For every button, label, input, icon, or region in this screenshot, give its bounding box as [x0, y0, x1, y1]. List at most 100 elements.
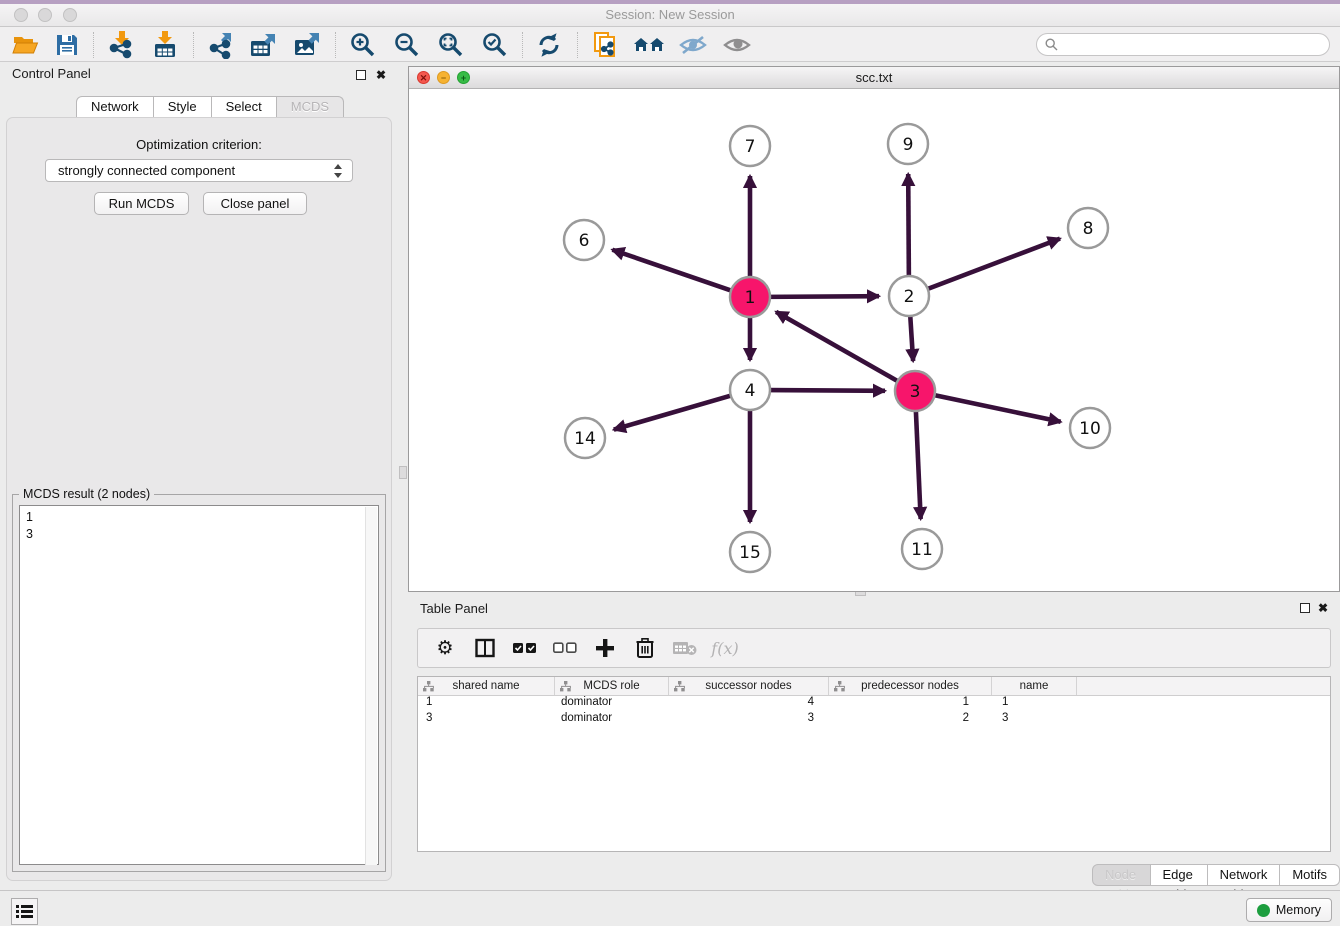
- network-close-button[interactable]: ✕: [417, 71, 430, 84]
- delete-row-icon[interactable]: [632, 635, 658, 661]
- table-toolbar: ⚙ f(x): [417, 628, 1331, 668]
- column-mcds-role[interactable]: MCDS role: [555, 677, 669, 695]
- table-header-row: shared name MCDS role successor nodes pr…: [418, 677, 1330, 696]
- toolbar-separator: [522, 32, 523, 58]
- zoom-out-icon[interactable]: [390, 30, 424, 60]
- hierarchy-icon: [423, 681, 434, 692]
- hide-selected-icon[interactable]: [676, 30, 710, 60]
- table-settings-icon[interactable]: ⚙: [432, 635, 458, 661]
- first-neighbors-icon[interactable]: [632, 30, 666, 60]
- column-successor-nodes[interactable]: successor nodes: [669, 677, 829, 695]
- app-title: Session: New Session: [0, 4, 1340, 26]
- zoom-fit-icon[interactable]: [434, 30, 468, 60]
- table-row-1[interactable]: 3dominator323: [418, 712, 1330, 728]
- tab-style[interactable]: Style: [153, 96, 212, 118]
- node-table[interactable]: shared name MCDS role successor nodes pr…: [417, 676, 1331, 852]
- select-all-icon[interactable]: [512, 635, 538, 661]
- network-maximize-button[interactable]: +: [457, 71, 470, 84]
- import-table-icon[interactable]: [148, 30, 182, 60]
- add-row-icon[interactable]: [592, 635, 618, 661]
- cell[interactable]: dominator: [555, 712, 669, 728]
- tab-motifs[interactable]: Motifs: [1279, 864, 1340, 886]
- network-title: scc.txt: [409, 67, 1339, 88]
- cell[interactable]: 3: [992, 712, 1077, 728]
- node-label-6: 6: [579, 231, 590, 251]
- export-table-icon[interactable]: [246, 30, 280, 60]
- cell[interactable]: 4: [669, 696, 829, 712]
- edge-4-3[interactable]: [768, 390, 885, 391]
- search-icon: [1045, 38, 1058, 51]
- show-all-icon[interactable]: [720, 30, 754, 60]
- close-panel-icon[interactable]: ✖: [376, 70, 386, 80]
- cell[interactable]: dominator: [555, 696, 669, 712]
- result-scrollbar[interactable]: [365, 507, 377, 865]
- node-label-14: 14: [574, 429, 596, 449]
- cell[interactable]: 1: [418, 696, 555, 712]
- save-session-icon[interactable]: [50, 30, 84, 60]
- cell[interactable]: 3: [669, 712, 829, 728]
- zoom-selected-icon[interactable]: [478, 30, 512, 60]
- duplicate-network-icon[interactable]: [588, 30, 622, 60]
- tab-mcds[interactable]: MCDS: [276, 96, 344, 118]
- control-panel-title: Control Panel: [12, 66, 91, 81]
- network-minimize-button[interactable]: −: [437, 71, 450, 84]
- search-input[interactable]: [1062, 38, 1312, 52]
- memory-button[interactable]: Memory: [1246, 898, 1332, 922]
- deselect-all-icon[interactable]: [552, 635, 578, 661]
- edge-3-11[interactable]: [916, 409, 921, 519]
- cell[interactable]: 1: [829, 696, 992, 712]
- edge-1-6[interactable]: [612, 250, 733, 291]
- tab-network-table[interactable]: Network Table: [1207, 864, 1281, 886]
- network-canvas[interactable]: 7968124314101511: [409, 89, 1339, 591]
- edge-3-10[interactable]: [933, 395, 1061, 422]
- criterion-dropdown[interactable]: strongly connected component: [45, 159, 353, 182]
- criterion-value: strongly connected component: [58, 163, 235, 178]
- tab-select[interactable]: Select: [211, 96, 277, 118]
- column-predecessor-nodes[interactable]: predecessor nodes: [829, 677, 992, 695]
- task-history-button[interactable]: [11, 898, 38, 925]
- tab-edge-table[interactable]: Edge Table: [1150, 864, 1208, 886]
- memory-status-icon: [1257, 904, 1270, 917]
- export-image-icon[interactable]: [290, 30, 324, 60]
- edge-3-1[interactable]: [776, 312, 899, 382]
- vertical-splitter-handle[interactable]: [399, 466, 407, 479]
- mcds-result-text[interactable]: 1 3: [19, 505, 379, 865]
- toolbar-separator: [93, 32, 94, 58]
- export-network-icon[interactable]: [204, 30, 238, 60]
- cell[interactable]: 3: [418, 712, 555, 728]
- close-panel-button[interactable]: Close panel: [203, 192, 307, 215]
- toolbar-separator: [577, 32, 578, 58]
- edge-2-9[interactable]: [908, 174, 909, 278]
- zoom-in-icon[interactable]: [346, 30, 380, 60]
- tab-network[interactable]: Network: [76, 96, 154, 118]
- float-table-panel-icon[interactable]: [1300, 603, 1310, 613]
- show-columns-icon[interactable]: [472, 635, 498, 661]
- close-table-panel-icon[interactable]: ✖: [1318, 603, 1328, 613]
- import-network-icon[interactable]: [104, 30, 138, 60]
- cell[interactable]: 1: [992, 696, 1077, 712]
- search-field[interactable]: [1036, 33, 1330, 56]
- column-shared-name[interactable]: shared name: [418, 677, 555, 695]
- edge-4-14[interactable]: [614, 395, 733, 430]
- open-file-icon[interactable]: [8, 30, 42, 60]
- column-name[interactable]: name: [992, 677, 1077, 695]
- maximize-window-button[interactable]: [63, 8, 77, 22]
- mcds-result-fieldset: MCDS result (2 nodes) 1 3: [12, 494, 386, 872]
- tab-node-table[interactable]: Node Table: [1092, 864, 1151, 886]
- node-label-4: 4: [745, 381, 756, 401]
- edge-2-3[interactable]: [910, 314, 913, 361]
- table-panel: Table Panel ✖ ⚙ f(x) shared name: [408, 596, 1340, 890]
- edge-2-8[interactable]: [926, 239, 1060, 290]
- refresh-icon[interactable]: [532, 30, 566, 60]
- table-row-0[interactable]: 1dominator411: [418, 696, 1330, 712]
- run-mcds-button[interactable]: Run MCDS: [94, 192, 189, 215]
- cell[interactable]: 2: [829, 712, 992, 728]
- optimization-criterion-label: Optimization criterion:: [0, 137, 398, 152]
- status-bar: Memory: [0, 890, 1340, 926]
- delete-table-icon: [672, 635, 698, 661]
- minimize-window-button[interactable]: [38, 8, 52, 22]
- edge-1-2[interactable]: [768, 296, 879, 297]
- close-window-button[interactable]: [14, 8, 28, 22]
- node-label-11: 11: [911, 540, 933, 560]
- float-panel-icon[interactable]: [356, 70, 366, 80]
